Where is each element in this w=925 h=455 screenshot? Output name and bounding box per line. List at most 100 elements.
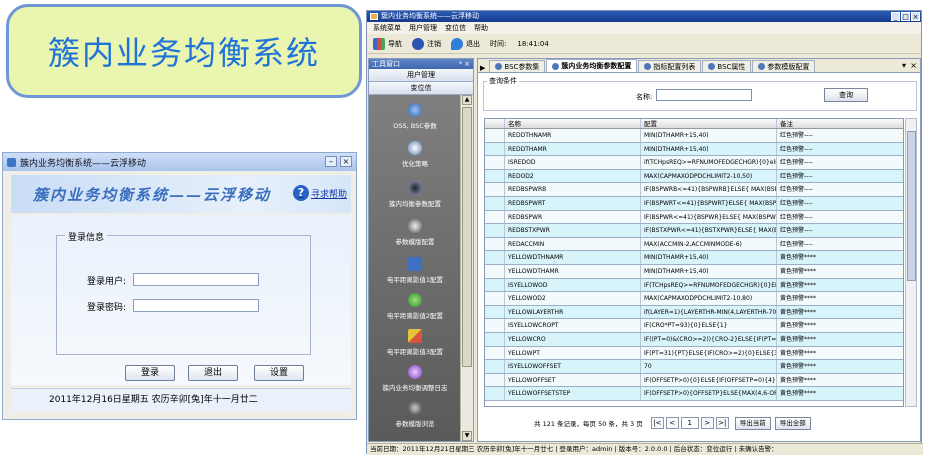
name-input[interactable] [656,89,752,101]
table-row[interactable]: REDACCMIN MAX(ACCMIN-2,ACCMINMODE-6) 红色预警-… [485,237,903,252]
export-current-button[interactable]: 导出当前 [734,416,771,430]
exit-button[interactable]: 退出 [451,37,480,50]
row-indicator[interactable] [485,264,505,278]
maximize-button[interactable]: □ [901,12,910,21]
scroll-up-icon[interactable]: ▲ [462,95,472,105]
tab-bsc-params[interactable]: BSC参数集 [489,60,546,72]
cell-note: 红色预警---- [780,159,813,167]
table-row[interactable]: YELLOWLAYERTHR if(LAYER=1){LAYERTHR-MIN(4… [485,305,903,320]
row-indicator[interactable] [485,346,505,360]
column-header-name[interactable]: 名称 [505,119,641,128]
row-indicator[interactable] [485,373,505,387]
table-row[interactable]: REDDTHAMR MIN(DTHAMR+15,40) 红色预警---- [485,142,903,157]
sidebar-item-level3[interactable]: 电平距离影值3配置 [369,329,461,356]
table-row[interactable]: REDBSPWRT IF(BSPWRT<=41){BSPWRT}ELSE{ MAX… [485,196,903,211]
page-number-input[interactable]: 1 [680,417,699,429]
scroll-thumb[interactable] [462,107,472,367]
tab-menu-icon[interactable]: ▾ [902,61,906,70]
sidebar-item-template-browse[interactable]: 参数模版浏览 [369,401,461,428]
table-row[interactable]: YELLOWCRO IF((PT=0)&(CRO>=2)){CRO-2}ELSE{… [485,332,903,347]
table-row[interactable]: ISYELLOWOFFSET 70 黄色预警**** [485,360,903,374]
table-row[interactable]: YELLOWOFFSET IF(OFFSETP>0){0}ELSE{IF(OFFS… [485,373,903,388]
query-button[interactable]: 查询 [824,88,868,102]
column-header-note[interactable]: 备注 [777,119,903,128]
table-row[interactable]: YELLOWOD2 MAX(CAPMAXODPDCHLIMIT2-10,80) 黄色… [485,292,903,306]
row-indicator[interactable] [485,196,505,210]
sidebar-scrollbar[interactable]: ▲ ▼ [460,95,473,441]
close-button[interactable]: × [340,156,352,167]
table-row[interactable]: YELLOWPT IF(PT=31){PT}ELSE{IF(CRO>=2){0}E… [485,346,903,361]
row-indicator[interactable] [485,278,505,292]
tab-close-icon[interactable]: × [910,61,917,70]
row-indicator[interactable] [485,156,505,169]
table-row[interactable]: YELLOWDTHAMR MIN(DTHAMR+15,40) 黄色预警**** [485,264,903,279]
sidebar-item-strategy[interactable]: 优化策略 [369,141,461,168]
settings-button[interactable]: 设置 [254,365,304,381]
tab-bsc-attr[interactable]: BSC属性 [702,60,752,72]
content-panel: ▶ BSC参数集 簇内业务均衡参数配置 指标配置列表 BSC属性 参数模版配置 … [477,58,921,442]
row-indicator[interactable] [485,169,505,183]
sidebar-item-level2[interactable]: 电平距离影值2配置 [369,293,461,320]
help-link[interactable]: ? 寻求帮助 [292,185,347,201]
table-row[interactable]: REDDTHNAMR MIN(DTHAMR+15,40) 红色预警---- [485,129,903,143]
user-input[interactable] [133,273,259,286]
sidebar-item-log[interactable]: 簇内业务均衡调整日志 [369,365,461,392]
row-indicator[interactable] [485,142,505,156]
pin-icon[interactable]: ᵠ × [459,59,470,69]
nav-button[interactable]: 导航 [373,37,402,50]
cell-name: REDBSPWRT [505,196,641,210]
menu-system[interactable]: 系统菜单 [373,22,401,34]
sidebar-item-template-config[interactable]: 参数模版配置 [369,219,461,246]
row-indicator[interactable] [485,360,505,373]
tab-indicator-list[interactable]: 指标配置列表 [638,60,702,72]
row-indicator[interactable] [485,387,505,400]
table-scrollbar[interactable] [905,118,917,407]
row-indicator[interactable] [485,319,505,332]
sidebar-tab-users[interactable]: 用户管理 [369,69,473,82]
table-row[interactable]: REDOD2 MAX(CAPMAXODPDCHLIMIT2-10,50) 红色预警-… [485,169,903,184]
row-indicator[interactable] [485,129,505,142]
next-page-button[interactable]: > [700,417,714,429]
close-button[interactable]: × [911,12,920,21]
row-indicator[interactable] [485,251,505,264]
logout-button[interactable]: 注销 [412,37,441,50]
tab-balance-config[interactable]: 簇内业务均衡参数配置 [546,59,638,72]
sidebar-item-level1[interactable]: 电平距离影值1配置 [369,257,461,284]
table-row[interactable]: REDBSTXPWR IF(BSTXPWR<=41){BSTXPWR}ELSE{ … [485,224,903,238]
menu-users[interactable]: 用户管理 [409,22,437,34]
table-row[interactable]: ISYELLOWCROPT IF(CRO*PT=93){0}ELSE{1} 黄色预警… [485,319,903,333]
tab-prev-icon[interactable]: ▶ [480,64,485,72]
last-page-button[interactable]: >| [715,417,729,429]
table-row[interactable]: ISYELLOWOD IF(TCHpsREQ>=RFNUMOFEDGECHGR){… [485,278,903,293]
menu-bianwei[interactable]: 变位信 [445,22,466,34]
row-indicator[interactable] [485,224,505,237]
row-indicator[interactable] [485,332,505,346]
row-indicator[interactable] [485,305,505,319]
cell-note: 黄色预警**** [780,295,817,303]
row-indicator[interactable] [485,237,505,251]
exit-button[interactable]: 退出 [188,365,238,381]
row-indicator[interactable] [485,210,505,224]
table-row[interactable]: REDBSPWRB IF(BSPWRB<=41){BSPWRB}ELSE{ MAX… [485,183,903,197]
table-row[interactable]: YELLOWOFFSETSTEP IF(OFFSETP>0){OFFSETP}EL… [485,387,903,401]
menu-help[interactable]: 帮助 [474,22,488,34]
sidebar-tab-bianwei[interactable]: 变位信 [369,82,473,95]
sidebar-item-balance-config[interactable]: 簇内均衡参数配置 [369,181,461,208]
row-indicator[interactable] [485,292,505,305]
table-row[interactable]: ISREDOD if(TCHpsREQ>=RFNUMOFEDGECHGR){0}e… [485,156,903,170]
minimize-button[interactable]: _ [891,12,900,21]
first-page-button[interactable]: |< [650,417,664,429]
table-row[interactable]: REDBSPWR IF(BSPWR<=41){BSPWR}ELSE{ MAX(BS… [485,210,903,225]
sidebar-item-oss[interactable]: OSS, BSC参数 [369,103,461,130]
login-button[interactable]: 登录 [125,365,175,381]
row-indicator[interactable] [485,183,505,196]
column-header-config[interactable]: 配置 [641,119,777,128]
password-input[interactable] [133,299,259,312]
scroll-down-icon[interactable]: ▼ [462,431,472,441]
prev-page-button[interactable]: < [665,417,679,429]
table-row[interactable]: YELLOWDTHNAMR MIN(DTHAMR+15,40) 黄色预警**** [485,251,903,265]
tab-template-config[interactable]: 参数模版配置 [752,60,816,72]
minimize-button[interactable]: – [325,156,337,167]
scroll-thumb[interactable] [907,131,916,281]
export-all-button[interactable]: 导出全部 [774,416,811,430]
